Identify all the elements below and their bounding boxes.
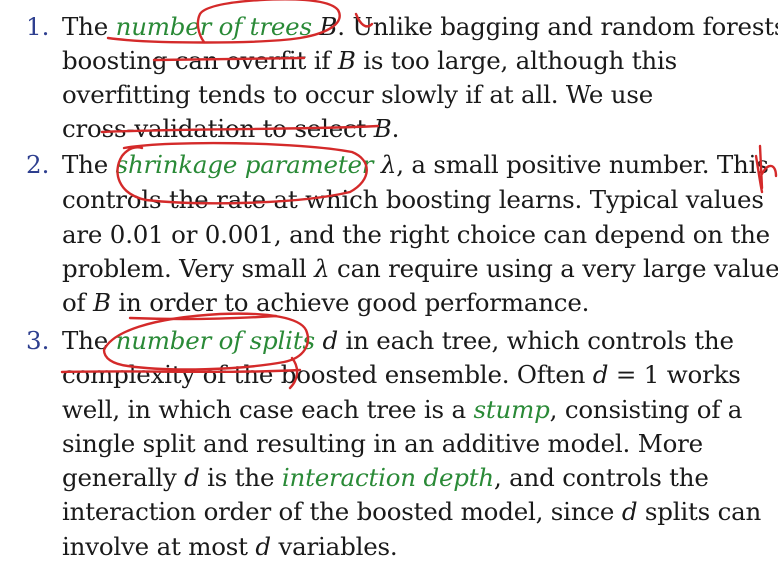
ink-strike-boosted xyxy=(288,356,299,390)
ink-underline-in-order-to xyxy=(128,314,278,321)
ink-underline-overfit xyxy=(152,56,306,62)
annotation-layer xyxy=(60,0,778,390)
ink-circle-number-of-splits xyxy=(102,312,310,371)
ink-strike-unlike xyxy=(354,12,374,28)
slide: 1. The number of trees B. Unlike bagging… xyxy=(0,0,778,578)
ink-strike-cross-validation xyxy=(100,124,380,134)
ink-letter-h-right-edge xyxy=(758,144,778,190)
ink-circle-shrinkage-parameter xyxy=(116,141,368,205)
ink-circle-number-of-trees xyxy=(106,0,341,44)
